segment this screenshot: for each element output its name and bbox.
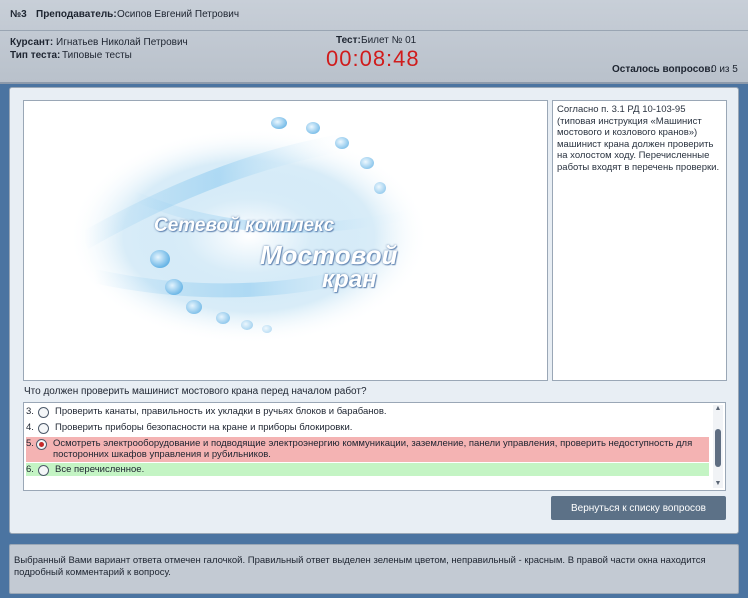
- hint-text: Выбранный Вами вариант ответа отмечен га…: [14, 555, 706, 578]
- header-panel: №3 Преподаватель: Осипов Евгений Петрови…: [0, 0, 748, 84]
- answer-radio[interactable]: [38, 423, 49, 434]
- student-label: Курсант:: [10, 37, 54, 48]
- answer-text: Осмотреть электрооборудование и подводящ…: [52, 438, 693, 460]
- answer-item[interactable]: 3. Проверить канаты, правильность их укл…: [26, 405, 709, 418]
- answer-item-correct[interactable]: 6. Все перечисленное.: [26, 463, 709, 476]
- answers-list: 3. Проверить канаты, правильность их укл…: [23, 402, 726, 491]
- test-type-label: Тип теста:: [10, 50, 61, 61]
- answer-number: 6.: [26, 464, 34, 475]
- answer-text: Проверить приборы безопасности на кране …: [55, 422, 353, 433]
- answers-scrollbar[interactable]: ▲ ▼: [713, 405, 723, 488]
- question-panel: Сетевой комплекс Мостовой кран Согласно …: [9, 87, 739, 534]
- test-type: Типовые тесты: [62, 50, 132, 61]
- answer-radio[interactable]: [38, 407, 49, 418]
- answer-number: 4.: [26, 422, 34, 433]
- remaining-label: Осталось вопросов:: [612, 64, 714, 75]
- answer-number: 3.: [26, 406, 34, 417]
- answer-text: Все перечисленное.: [55, 464, 145, 475]
- logo-line-3: кран: [322, 266, 377, 293]
- teacher-name: Осипов Евгений Петрович: [117, 9, 240, 20]
- question-text: Что должен проверить машинист мостового …: [24, 386, 367, 397]
- question-image: Сетевой комплекс Мостовой кран: [23, 100, 548, 381]
- comment-box: Согласно п. 3.1 РД 10-103-95 (типовая ин…: [552, 100, 727, 381]
- answer-radio-selected[interactable]: [35, 439, 47, 450]
- answer-item-wrong[interactable]: 5. Осмотреть электрооборудование и подво…: [26, 437, 709, 462]
- scroll-thumb[interactable]: [715, 429, 721, 467]
- teacher-label: Преподаватель:: [36, 9, 117, 20]
- answer-number: 5.: [26, 438, 34, 449]
- back-to-questions-button[interactable]: Вернуться к списку вопросов: [551, 496, 726, 520]
- ticket-number: №3: [10, 9, 27, 20]
- scroll-up-arrow-icon[interactable]: ▲: [713, 405, 723, 413]
- test-label: Тест:: [336, 35, 361, 46]
- answer-radio[interactable]: [38, 465, 49, 476]
- remaining-value: 0 из 5: [711, 64, 738, 75]
- answer-text: Проверить канаты, правильность их укладк…: [55, 406, 387, 417]
- timer: 00:08:48: [326, 46, 420, 71]
- logo-line-1: Сетевой комплекс: [154, 215, 335, 236]
- student-name: Игнатьев Николай Петрович: [56, 37, 188, 48]
- answer-item[interactable]: 4. Проверить приборы безопасности на кра…: [26, 421, 709, 434]
- test-name: Билет № 01: [361, 35, 417, 46]
- scroll-down-arrow-icon[interactable]: ▼: [713, 480, 723, 488]
- comment-text: Согласно п. 3.1 РД 10-103-95 (типовая ин…: [557, 104, 720, 173]
- hint-footer: Выбранный Вами вариант ответа отмечен га…: [9, 544, 739, 594]
- header-row-teacher: №3 Преподаватель: Осипов Евгений Петрови…: [0, 0, 748, 31]
